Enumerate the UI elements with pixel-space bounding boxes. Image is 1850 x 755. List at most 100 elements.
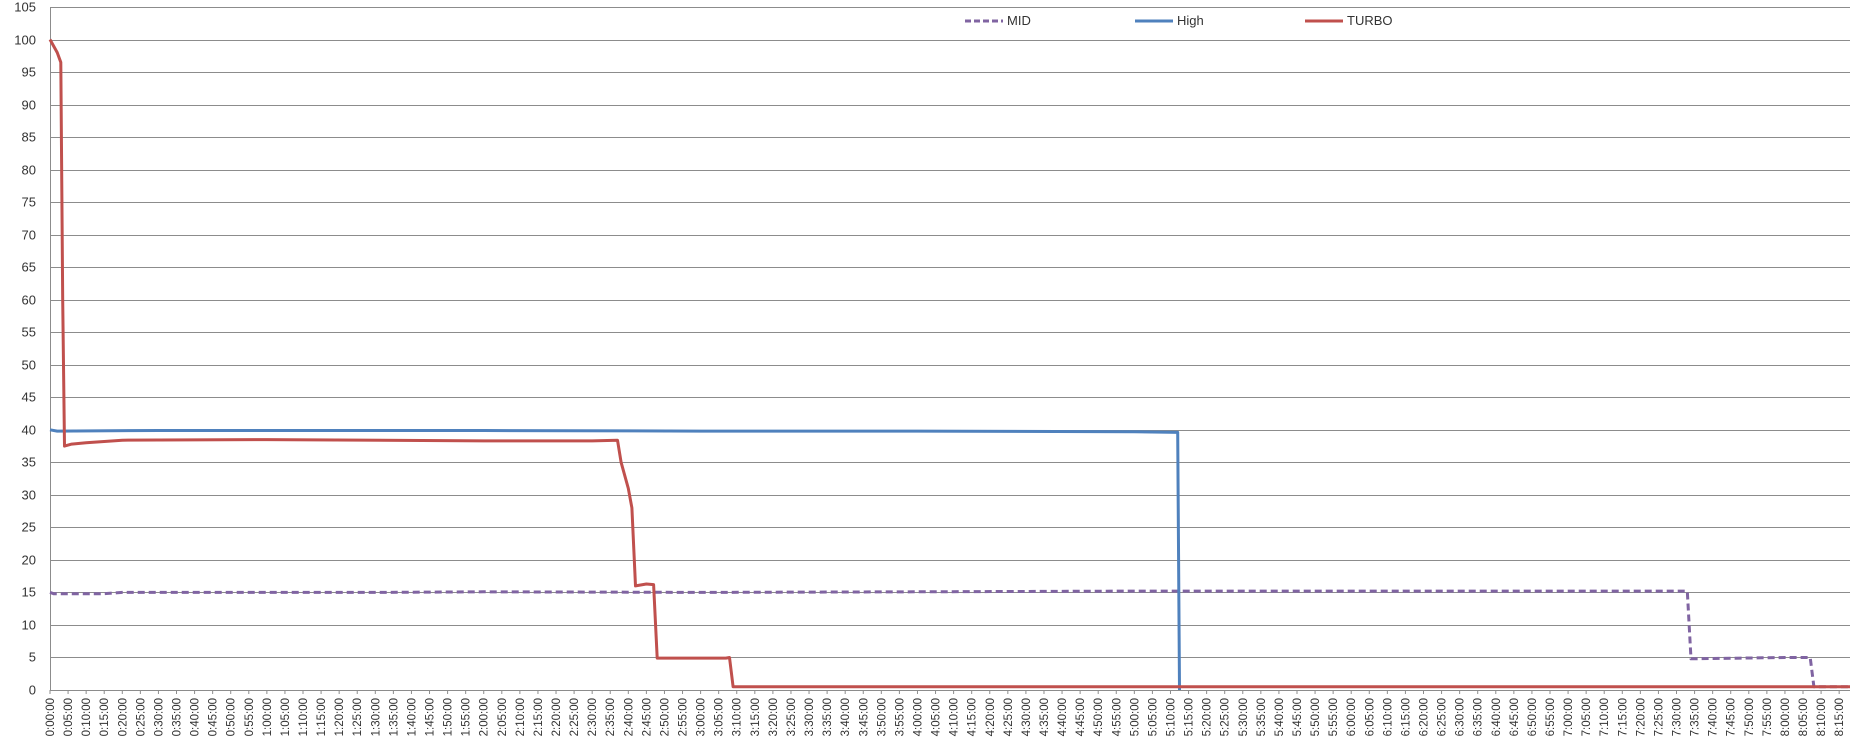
y-tick-label: 75	[22, 195, 36, 210]
x-tick-label: 5:55:00	[1328, 698, 1340, 736]
x-tick-label: 4:30:00	[1021, 698, 1033, 736]
series-line-mid	[49, 589, 1850, 689]
x-tick-label: 5:30:00	[1238, 698, 1250, 736]
x-axis-tick-labels: 0:00:00 0:05:00 0:10:00 0:15:00 0:20:00 0:25:…	[45, 690, 1846, 736]
x-tick-label: 5:50:00	[1310, 698, 1322, 736]
x-tick-label: 0:40:00	[190, 698, 202, 736]
x-tick-label: 6:50:00	[1527, 698, 1539, 736]
x-tick-label: 3:15:00	[750, 698, 762, 736]
x-tick-label: 7:05:00	[1581, 698, 1593, 736]
x-tick-label: 4:40:00	[1057, 698, 1069, 736]
x-tick-label: 2:00:00	[479, 698, 491, 736]
y-tick-label: 5	[29, 650, 36, 665]
x-tick-label: 3:25:00	[786, 698, 798, 736]
x-tick-label: 7:45:00	[1726, 698, 1738, 736]
x-tick-label: 0:25:00	[135, 698, 147, 736]
x-tick-label: 6:40:00	[1491, 698, 1503, 736]
y-tick-label: 85	[22, 130, 36, 145]
x-tick-label: 0:20:00	[117, 698, 129, 736]
x-tick-label: 4:25:00	[1003, 698, 1015, 736]
x-tick-label: 8:00:00	[1780, 698, 1792, 736]
x-tick-label: 3:55:00	[894, 698, 906, 736]
x-tick-label: 7:30:00	[1672, 698, 1684, 736]
x-tick-label: 4:50:00	[1093, 698, 1105, 736]
x-tick-label: 2:45:00	[641, 698, 653, 736]
x-tick-label: 8:15:00	[1834, 698, 1846, 736]
series-line-high	[49, 428, 1181, 691]
y-tick-label: 15	[22, 585, 36, 600]
x-tick-label: 1:55:00	[461, 698, 473, 736]
x-tick-label: 7:40:00	[1708, 698, 1720, 736]
y-tick-label: 80	[22, 163, 36, 178]
x-tick-label: 5:35:00	[1256, 698, 1268, 736]
x-tick-label: 5:05:00	[1147, 698, 1159, 736]
x-tick-label: 5:45:00	[1292, 698, 1304, 736]
x-tick-label: 3:30:00	[804, 698, 816, 736]
x-tick-label: 1:35:00	[388, 698, 400, 736]
x-tick-label: 4:55:00	[1111, 698, 1123, 736]
x-tick-label: 6:30:00	[1455, 698, 1467, 736]
x-tick-label: 3:40:00	[840, 698, 852, 736]
x-tick-label: 5:20:00	[1202, 698, 1214, 736]
y-tick-label: 0	[29, 683, 36, 698]
x-tick-label: 0:15:00	[99, 698, 111, 736]
y-axis-tick-labels: 0 5 10 15 20 25 30 35 40 45 50 55 60 65 70 75 80 85 90 95 10…	[14, 0, 36, 698]
x-tick-label: 1:10:00	[298, 698, 310, 736]
x-tick-label: 0:35:00	[172, 698, 184, 736]
x-tick-label: 6:00:00	[1346, 698, 1358, 736]
x-tick-label: 6:25:00	[1437, 698, 1449, 736]
legend-label-turbo: TURBO	[1347, 13, 1393, 28]
y-tick-label: 35	[22, 455, 36, 470]
x-tick-label: 6:15:00	[1400, 698, 1412, 736]
x-tick-label: 1:50:00	[443, 698, 455, 736]
y-tick-label: 50	[22, 358, 36, 373]
x-tick-label: 7:25:00	[1653, 698, 1665, 736]
x-tick-label: 1:15:00	[316, 698, 328, 736]
y-tick-label: 70	[22, 228, 36, 243]
x-tick-label: 1:45:00	[425, 698, 437, 736]
y-tick-label: 90	[22, 98, 36, 113]
gridlines	[50, 7, 1850, 691]
x-tick-label: 3:20:00	[768, 698, 780, 736]
line-chart: 0 5 10 15 20 25 30 35 40 45 50 55 60 65 70 75 80 85 90 95 10…	[14, 0, 1850, 736]
x-tick-label: 3:05:00	[714, 698, 726, 736]
x-tick-label: 7:50:00	[1744, 698, 1756, 736]
x-tick-label: 7:35:00	[1690, 698, 1702, 736]
x-tick-label: 6:10:00	[1382, 698, 1394, 736]
x-tick-label: 1:00:00	[262, 698, 274, 736]
x-tick-label: 8:10:00	[1816, 698, 1828, 736]
x-tick-label: 8:05:00	[1798, 698, 1810, 736]
y-tick-label: 100	[14, 33, 36, 48]
y-tick-label: 65	[22, 260, 36, 275]
legend-label-mid: MID	[1007, 13, 1031, 28]
x-tick-label: 1:05:00	[280, 698, 292, 736]
x-tick-label: 3:10:00	[732, 698, 744, 736]
y-tick-label: 60	[22, 293, 36, 308]
x-tick-label: 0:05:00	[63, 698, 75, 736]
y-tick-label: 40	[22, 423, 36, 438]
x-tick-label: 4:20:00	[985, 698, 997, 736]
x-tick-label: 0:30:00	[153, 698, 165, 736]
x-tick-label: 5:40:00	[1274, 698, 1286, 736]
y-tick-label: 20	[22, 553, 36, 568]
x-tick-label: 2:25:00	[569, 698, 581, 736]
x-tick-label: 4:05:00	[931, 698, 943, 736]
x-tick-label: 1:25:00	[352, 698, 364, 736]
x-tick-label: 6:45:00	[1509, 698, 1521, 736]
x-tick-label: 0:10:00	[81, 698, 93, 736]
x-tick-label: 6:05:00	[1364, 698, 1376, 736]
x-tick-label: 7:55:00	[1762, 698, 1774, 736]
x-tick-label: 5:00:00	[1129, 698, 1141, 736]
y-tick-label: 105	[14, 0, 36, 15]
x-tick-label: 2:05:00	[497, 698, 509, 736]
x-tick-label: 2:40:00	[623, 698, 635, 736]
x-tick-label: 5:25:00	[1220, 698, 1232, 736]
x-tick-label: 0:45:00	[208, 698, 220, 736]
x-tick-label: 1:40:00	[406, 698, 418, 736]
x-tick-label: 2:50:00	[659, 698, 671, 736]
x-tick-label: 5:10:00	[1165, 698, 1177, 736]
x-tick-label: 6:35:00	[1473, 698, 1485, 736]
legend-label-high: High	[1177, 13, 1204, 28]
x-tick-label: 2:10:00	[515, 698, 527, 736]
x-tick-label: 7:00:00	[1563, 698, 1575, 736]
